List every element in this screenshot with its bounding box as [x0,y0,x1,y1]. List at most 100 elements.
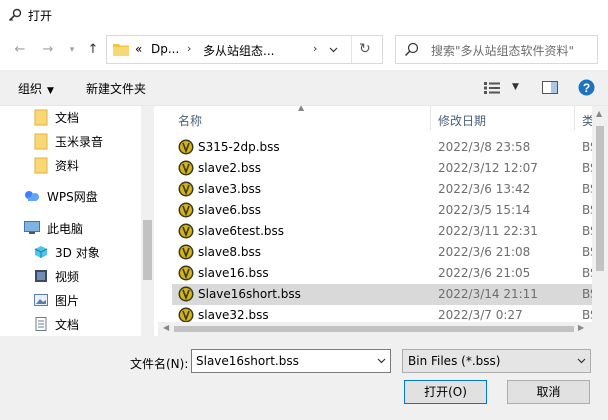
sidebar-item-3d-objects[interactable]: 3D 对象 [34,241,100,263]
chevron-down-icon[interactable] [577,358,586,364]
bss-file-icon [178,265,194,281]
scrollbar-thumb[interactable] [143,220,152,280]
folder-icon [34,109,48,125]
breadcrumb-chevron-icon[interactable]: › [313,42,317,55]
preview-pane-icon[interactable] [542,81,558,94]
address-divider [351,36,352,63]
computer-icon [24,221,40,234]
breadcrumb-chevron-icon[interactable]: › [187,42,191,55]
file-date: 2022/3/5 15:14 [438,203,531,217]
scrollbar-thumb[interactable] [174,326,574,332]
file-list-horizontal-scrollbar[interactable]: ◀ ▶ [158,322,608,336]
scroll-right-icon[interactable]: ▶ [578,323,584,332]
table-row[interactable]: slave32.bss 2022/3/7 0:27 BS [172,305,592,322]
file-date: 2022/3/11 22:31 [438,224,538,238]
table-row[interactable]: S315-2dp.bss 2022/3/8 23:58 BS [172,137,592,158]
sidebar-item-documents-folder[interactable]: 文档 [34,106,79,128]
cancel-button[interactable]: 取消 [507,380,590,404]
filename-combobox[interactable]: Slave16short.bss [191,349,391,373]
navigation-pane-scrollbar[interactable] [141,106,154,336]
sidebar-item-corn-recording[interactable]: 玉米录音 [34,130,103,152]
view-dropdown-icon[interactable]: ▼ [512,82,519,92]
table-row[interactable]: slave2.bss 2022/3/12 12:07 BS [172,158,592,179]
organize-label: 组织 [18,82,43,96]
address-bar[interactable]: « Dp... › 多从站组态... › ↻ [106,35,383,64]
organize-button[interactable]: 组织 ▼ [18,80,54,97]
file-date: 2022/3/12 12:07 [438,161,538,175]
filename-input[interactable]: Slave16short.bss [196,354,299,368]
filetype-select[interactable]: Bin Files (*.bss) [402,349,591,373]
file-date: 2022/3/6 21:05 [438,266,531,280]
bss-file-icon [178,181,194,197]
file-name: slave6test.bss [198,224,285,238]
sidebar-item-wps-cloud[interactable]: WPS网盘 [24,185,98,207]
sidebar-item-pictures[interactable]: 图片 [34,289,79,311]
table-row[interactable]: slave3.bss 2022/3/6 13:42 BS [172,179,592,200]
sidebar-item-label: 此电脑 [47,221,84,236]
navigation-bar: ← → ▾ ↑ « Dp... › 多从站组态... › ↻ 搜索"多从站组态软… [0,30,608,70]
file-type: BS [582,287,592,301]
back-arrow-icon[interactable]: ← [12,42,28,58]
sidebar-item-this-pc[interactable]: 此电脑 [24,217,83,239]
file-name: S315-2dp.bss [198,140,280,154]
sidebar-item-videos[interactable]: 视频 [34,265,79,287]
title-bar: 打开 [0,0,608,30]
sidebar-item-documents[interactable]: 文档 [34,313,79,335]
recent-locations-chevron-icon[interactable]: ▾ [64,42,80,58]
column-divider[interactable] [430,106,431,130]
file-list[interactable]: ▲ 名称 修改日期 类 S315-2dp.bss 2022/3/8 23:58 B S… [158,106,592,322]
table-row[interactable]: slave6.bss 2022/3/5 15:14 BS [172,200,592,221]
address-dropdown-icon[interactable] [329,47,338,53]
sidebar-item-label: 资料 [55,158,80,173]
search-icon [405,42,419,56]
column-header-date[interactable]: 修改日期 [438,112,486,129]
navigation-pane[interactable]: 文档 玉米录音 资料 WPS网盘 此电脑 3D 对象 视频 图片 文档 [0,106,154,336]
forward-arrow-icon[interactable]: → [40,42,56,58]
open-button[interactable]: 打开(O) [404,380,487,404]
video-icon [35,270,47,282]
table-row[interactable]: slave8.bss 2022/3/6 21:08 BS [172,242,592,263]
search-box[interactable]: 搜索"多从站组态软件资料" [395,35,598,64]
file-type: BS [582,140,592,154]
filename-label: 文件名(N): [130,357,189,371]
file-name: slave3.bss [198,182,261,196]
filetype-value: Bin Files (*.bss) [408,354,501,368]
breadcrumb-overflow[interactable]: « [135,42,142,56]
column-header-name[interactable]: 名称 [178,112,202,129]
scroll-left-icon[interactable]: ◀ [163,323,169,332]
file-type: BS [582,161,592,175]
sidebar-item-label: 文档 [55,110,80,125]
file-list-header: ▲ 名称 修改日期 类 [158,106,592,130]
file-date: 2022/3/7 0:27 [438,308,523,322]
scrollbar-thumb[interactable] [596,126,604,271]
window-title: 打开 [28,8,53,23]
table-row[interactable]: slave16.bss 2022/3/6 21:05 BS [172,263,592,284]
file-type: BS [582,224,592,238]
file-name: slave2.bss [198,161,261,175]
bss-file-icon [178,139,194,155]
scroll-up-icon[interactable]: ▲ [596,109,602,118]
column-header-type[interactable]: 类 [582,112,592,129]
breadcrumb-item[interactable]: Dp... [151,42,179,56]
sidebar-item-label: WPS网盘 [47,189,98,204]
sort-ascending-icon: ▲ [298,106,305,112]
table-row[interactable]: slave6test.bss 2022/3/11 22:31 BS [172,221,592,242]
sidebar-item-label: 3D 对象 [55,245,100,260]
file-type: BS [582,203,592,217]
up-arrow-icon[interactable]: ↑ [85,42,101,58]
refresh-icon[interactable]: ↻ [359,41,371,57]
table-row[interactable]: Slave16short.bss 2022/3/14 21:11 BS [172,284,592,305]
bss-file-icon [178,223,194,239]
new-folder-button[interactable]: 新建文件夹 [86,80,146,97]
file-list-vertical-scrollbar[interactable]: ▲ [592,106,608,322]
help-icon[interactable]: ? [578,79,595,96]
file-date: 2022/3/6 13:42 [438,182,531,196]
chevron-down-icon[interactable] [377,358,386,364]
breadcrumb-item[interactable]: 多从站组态... [203,42,274,59]
view-options-icon[interactable] [484,82,500,94]
folder-icon [34,133,48,149]
column-divider[interactable] [574,106,575,130]
sidebar-item-label: 视频 [55,269,80,284]
sidebar-item-materials[interactable]: 资料 [34,154,79,176]
bss-file-icon [178,307,194,322]
